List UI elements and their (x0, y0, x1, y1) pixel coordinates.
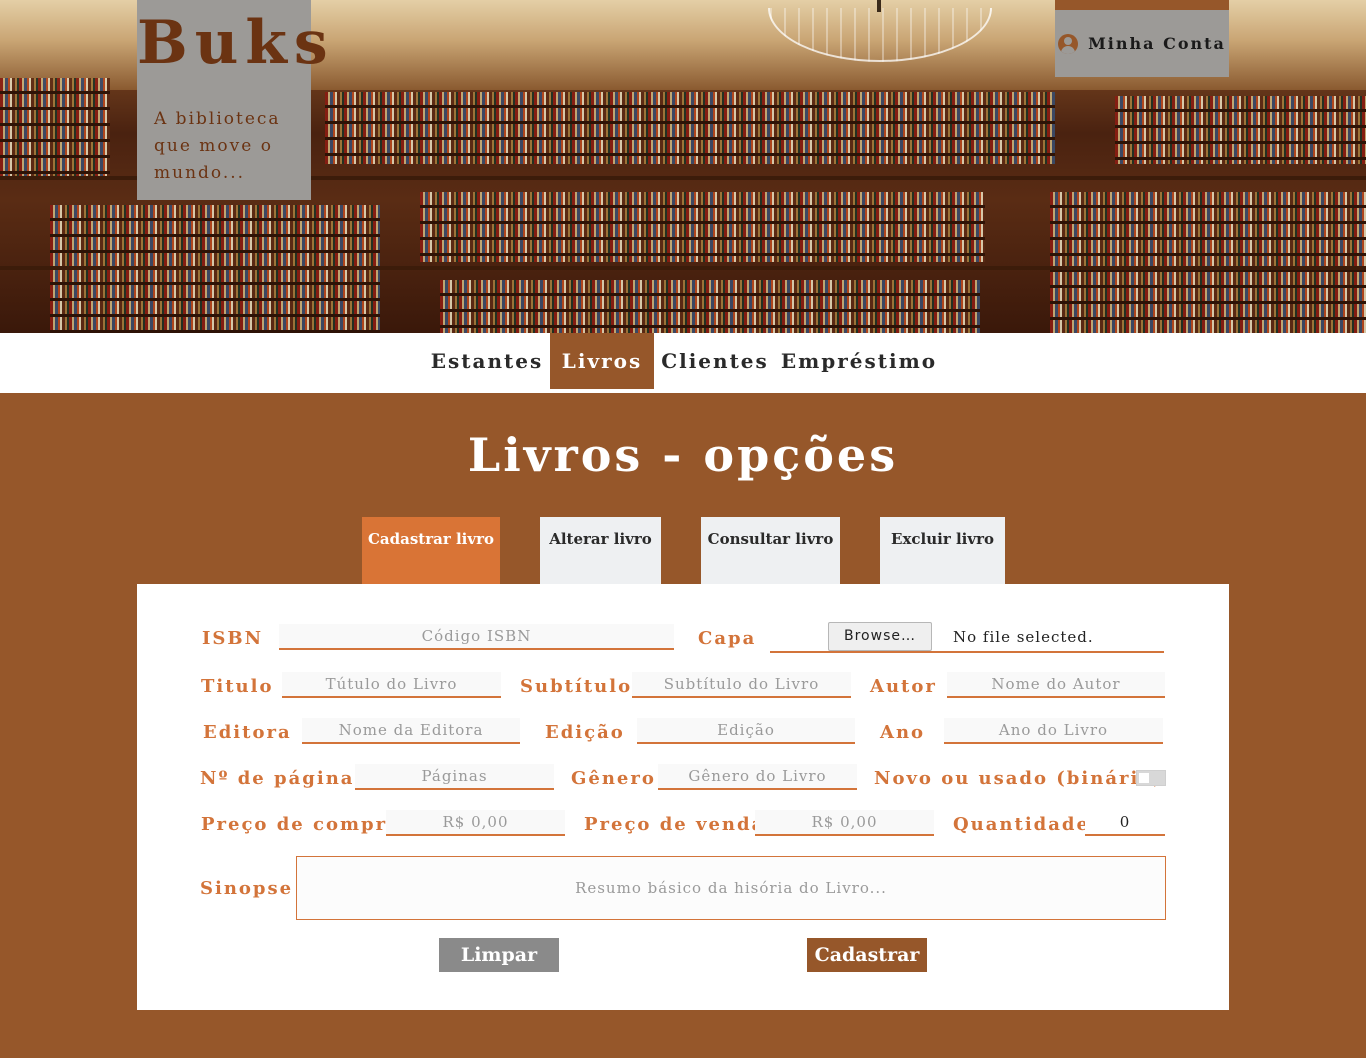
subtitulo-label: Subtítulo (520, 676, 633, 697)
bookshelf (0, 78, 110, 178)
tab-label: Alterar livro (549, 530, 652, 548)
quantidade-input[interactable] (1085, 810, 1165, 836)
file-status: No file selected. (953, 628, 1094, 646)
bookshelf (440, 280, 980, 333)
cover-file-input[interactable]: Browse… No file selected. (770, 622, 1164, 653)
nav-item-estantes[interactable]: Estantes (427, 333, 547, 389)
edicao-input[interactable] (637, 718, 855, 744)
quantidade-label: Quantidade (953, 814, 1090, 835)
subtitulo-input[interactable] (632, 672, 851, 698)
autor-label: Autor (870, 676, 937, 697)
editora-label: Editora (203, 722, 292, 743)
account-label: Minha Conta (1088, 34, 1226, 53)
edicao-label: Edição (545, 722, 625, 743)
nav-item-clientes[interactable]: Clientes (656, 333, 774, 389)
bookshelf (1050, 192, 1366, 333)
brand-logo[interactable]: Buks (137, 8, 328, 78)
brand-tagline: A biblioteca que move o mundo... (154, 109, 281, 183)
preco-compra-input[interactable] (386, 810, 565, 836)
editora-input[interactable] (302, 718, 520, 744)
nav-item-livros[interactable]: Livros (550, 333, 654, 389)
header-banner: Buks A biblioteca que move o mundo... Mi… (0, 0, 1366, 333)
sinopse-textarea[interactable] (296, 856, 1166, 920)
submit-button[interactable]: Cadastrar (807, 938, 927, 972)
sinopse-label: Sinopse (200, 878, 294, 899)
preco-venda-input[interactable] (755, 810, 934, 836)
clear-button[interactable]: Limpar (439, 938, 559, 972)
paginas-label: Nº de páginas (200, 768, 367, 789)
novo-usado-label: Novo ou usado (binário) (874, 768, 1164, 789)
bookshelf (420, 192, 985, 262)
tab-label: Excluir livro (891, 530, 994, 548)
tab-cadastrar-livro[interactable]: Cadastrar livro (362, 517, 500, 584)
ano-label: Ano (880, 722, 926, 743)
tab-excluir-livro[interactable]: Excluir livro (880, 517, 1005, 584)
browse-button[interactable]: Browse… (828, 622, 932, 651)
isbn-input[interactable] (279, 624, 674, 650)
account-button[interactable]: Minha Conta (1055, 0, 1229, 77)
brand-box: Buks A biblioteca que move o mundo... (137, 0, 328, 200)
balcony-rail (0, 266, 1366, 270)
ano-input[interactable] (944, 718, 1163, 744)
paginas-input[interactable] (355, 764, 554, 790)
genero-input[interactable] (658, 764, 857, 790)
genero-label: Gênero (571, 768, 656, 789)
preco-venda-label: Preço de venda (584, 814, 766, 835)
tab-alterar-livro[interactable]: Alterar livro (540, 517, 661, 584)
novo-usado-toggle[interactable] (1136, 770, 1166, 786)
titulo-label: Titulo (201, 676, 274, 697)
main-nav: Estantes Livros Clientes Empréstimo (0, 333, 1366, 393)
book-form-panel: ISBN Capa Browse… No file selected. Titu… (137, 584, 1229, 1010)
tab-consultar-livro[interactable]: Consultar livro (701, 517, 840, 584)
tab-label: Consultar livro (707, 530, 834, 548)
bookshelf (1115, 96, 1366, 164)
nav-item-emprestimo[interactable]: Empréstimo (778, 333, 940, 389)
isbn-label: ISBN (202, 628, 264, 649)
bookshelf (325, 92, 1055, 164)
titulo-input[interactable] (282, 672, 501, 698)
page-title: Livros - opções (467, 428, 899, 482)
toggle-knob (1139, 773, 1149, 783)
tab-label: Cadastrar livro (367, 530, 494, 548)
capa-label: Capa (698, 628, 757, 649)
autor-input[interactable] (947, 672, 1165, 698)
user-circle-icon (1058, 33, 1079, 54)
preco-compra-label: Preço de compra (201, 814, 401, 835)
